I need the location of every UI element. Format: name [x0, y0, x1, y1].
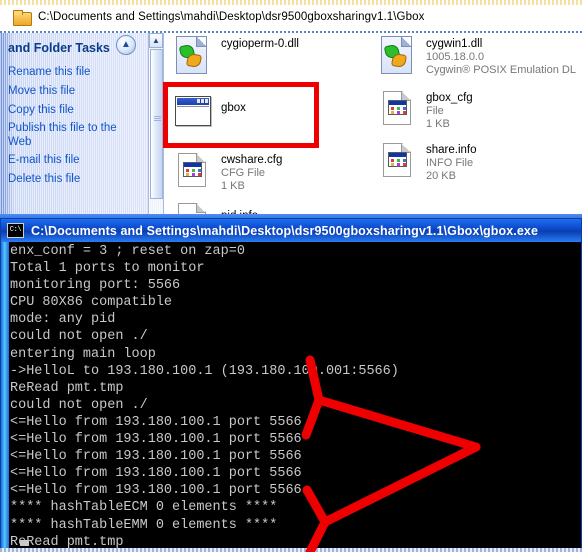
address-path-text: C:\Documents and Settings\mahdi\Desktop\… — [38, 11, 425, 23]
console-line: <=Hello from 193.180.100.1 port 5566 — [10, 466, 302, 482]
console-line: <=Hello from 193.180.100.1 port 5566 — [10, 483, 302, 499]
task-link-rename[interactable]: Rename this file — [8, 64, 142, 80]
list-item[interactable]: share.info INFO File 20 KB — [378, 141, 578, 185]
console-line: CPU 80X86 compatible — [10, 295, 173, 311]
dll-icon — [378, 35, 420, 79]
file-name: cygioperm-0.dll — [221, 38, 299, 50]
file-meta: share.info INFO File 20 KB — [420, 141, 477, 183]
file-name: cygwin1.dll — [426, 38, 483, 50]
info-file-icon — [378, 141, 420, 185]
task-link-publish[interactable]: Publish this file to the Web — [8, 121, 142, 149]
console-line: enx_conf = 3 ; reset on zap=0 — [10, 244, 245, 259]
task-link-email[interactable]: E-mail this file — [8, 152, 142, 168]
file-list: cygioperm-0.dll gbox cwshare.cfg CFG Fil… — [165, 33, 582, 223]
scrollbar-grip-icon — [154, 116, 161, 121]
application-icon — [173, 93, 215, 137]
file-column-right: cygwin1.dll 1005.18.0.0 Cygwin® POSIX Em… — [378, 33, 578, 191]
file-size: 1 KB — [426, 118, 450, 130]
scrollbar-thumb[interactable] — [150, 49, 163, 199]
folder-icon — [13, 9, 32, 26]
console-window: C:\ C:\Documents and Settings\mahdi\Desk… — [0, 218, 582, 552]
console-line: monitoring port: 5566 — [10, 278, 181, 294]
console-line: **** hashTableEMM 0 elements **** — [10, 517, 278, 533]
list-item[interactable]: gbox_cfg File 1 KB — [378, 89, 578, 133]
file-size: 20 KB — [426, 170, 456, 182]
file-meta: cwshare.cfg CFG File 1 KB — [215, 151, 282, 193]
file-name: cwshare.cfg — [221, 154, 283, 166]
file-type: INFO File — [426, 157, 474, 169]
console-line: ->HelloL to 193.180.100.1 (193.180.100.0… — [10, 363, 399, 379]
console-title-text: C:\Documents and Settings\mahdi\Desktop\… — [31, 223, 539, 238]
console-cursor — [20, 540, 29, 546]
window-bottom-border — [0, 548, 582, 552]
task-link-move[interactable]: Move this file — [8, 83, 142, 99]
console-line: ReRead pmt.tmp — [10, 380, 124, 396]
console-line: <=Hello from 193.180.100.1 port 5566 — [10, 414, 302, 430]
file-meta: cygioperm-0.dll — [215, 35, 299, 51]
dll-icon — [173, 35, 215, 79]
task-link-copy[interactable]: Copy this file — [8, 102, 142, 118]
list-item[interactable]: cwshare.cfg CFG File 1 KB — [173, 151, 373, 195]
file-description: Cygwin® POSIX Emulation DL — [426, 64, 576, 76]
file-version: 1005.18.0.0 — [426, 51, 485, 63]
console-line: could not open ./ — [10, 397, 148, 413]
file-column-left: cygioperm-0.dll gbox cwshare.cfg CFG Fil… — [173, 33, 373, 223]
file-name: share.info — [426, 144, 477, 156]
console-title-bar[interactable]: C:\ C:\Documents and Settings\mahdi\Desk… — [1, 219, 581, 242]
file-meta: gbox — [215, 93, 246, 115]
console-output: enx_conf = 3 ; reset on zap=0 Total 1 po… — [10, 242, 580, 550]
list-item[interactable]: gbox — [173, 93, 373, 137]
console-line: Total 1 ports to monitor — [10, 261, 205, 277]
file-name: gbox — [221, 102, 246, 114]
console-icon: C:\ — [7, 223, 24, 238]
file-list-scrollbar[interactable]: ▲ — [148, 33, 164, 228]
console-line: could not open ./ — [10, 329, 148, 345]
console-scrollbar[interactable] — [1, 242, 9, 551]
file-and-folder-tasks-pane: and Folder Tasks ▲ Rename this file Move… — [0, 33, 148, 228]
console-line: entering main loop — [10, 346, 156, 362]
chevron-up-icon[interactable]: ▲ — [116, 35, 136, 55]
scrollbar-up-arrow-icon[interactable]: ▲ — [149, 33, 163, 48]
file-meta: gbox_cfg File 1 KB — [420, 89, 473, 131]
task-pane-links: Rename this file Move this file Copy thi… — [8, 64, 142, 190]
file-meta: cygwin1.dll 1005.18.0.0 Cygwin® POSIX Em… — [420, 35, 576, 77]
console-line: <=Hello from 193.180.100.1 port 5566 — [10, 449, 302, 465]
task-link-delete[interactable]: Delete this file — [8, 171, 142, 187]
file-type: CFG File — [221, 167, 265, 179]
explorer-window: C:\Documents and Settings\mahdi\Desktop\… — [0, 0, 582, 228]
list-item[interactable]: cygwin1.dll 1005.18.0.0 Cygwin® POSIX Em… — [378, 35, 578, 79]
list-item[interactable]: cygioperm-0.dll — [173, 35, 373, 79]
cfg-file-icon — [378, 89, 420, 133]
console-line: **** hashTableECM 0 elements **** — [10, 500, 278, 516]
address-bar[interactable]: C:\Documents and Settings\mahdi\Desktop\… — [0, 5, 582, 29]
file-type: File — [426, 105, 444, 117]
console-line: mode: any pid — [10, 312, 116, 328]
console-line: <=Hello from 193.180.100.1 port 5566 — [10, 432, 302, 448]
cfg-file-icon — [173, 151, 215, 195]
screenshot-root: C:\Documents and Settings\mahdi\Desktop\… — [0, 0, 582, 552]
file-name: gbox_cfg — [426, 92, 473, 104]
file-size: 1 KB — [221, 180, 245, 192]
